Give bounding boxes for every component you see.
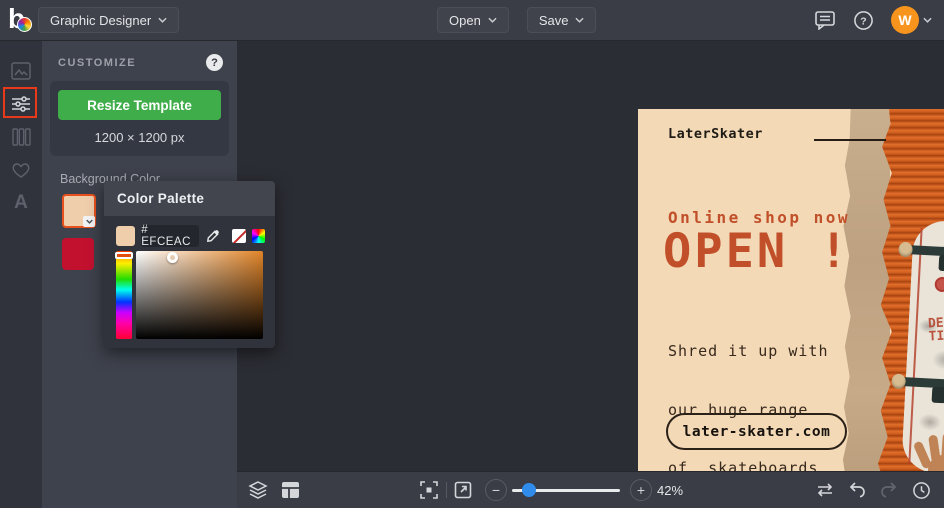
top-bar: b Graphic Designer Open Save ? W [0,0,944,40]
reset-button[interactable] [815,481,835,499]
saturation-brightness-field[interactable] [136,251,263,339]
clock-history-icon [912,481,931,500]
logo-color-disc-icon [17,17,32,32]
open-label: Open [449,13,481,28]
poster-artboard[interactable]: DE TIC LaterSkater Online shop now OPEN … [638,109,944,486]
zoom-slider-handle[interactable] [522,483,536,497]
undo-button[interactable] [848,481,867,498]
torn-paper-edge [842,109,890,486]
panel-help-icon[interactable]: ? [206,54,223,71]
open-external-icon [454,481,472,499]
chevron-down-icon [158,17,167,23]
templates-button[interactable] [281,481,300,499]
befunky-logo[interactable]: b [8,4,38,36]
color-picker-cursor[interactable] [167,252,178,263]
undo-icon [848,481,867,498]
history-button[interactable] [912,481,931,500]
poster-body-text[interactable]: Shred it up with our huge range of skate… [668,303,829,486]
app-menu-button[interactable]: Graphic Designer [38,7,179,33]
color-swatch[interactable] [62,238,94,270]
chevron-down-icon [86,219,93,224]
bottom-toolbar: − + 42% [237,472,944,508]
zoom-in-button[interactable]: + [630,479,652,501]
image-icon [11,62,31,80]
hex-color-input[interactable]: # EFCEAC [141,225,199,247]
color-swatch-selected[interactable] [62,194,96,228]
fit-to-screen-button[interactable] [420,481,438,499]
fit-screen-icon [420,481,438,499]
spectrum-icon[interactable] [252,229,265,243]
app-menu-label: Graphic Designer [50,13,151,28]
tool-rail: A [0,40,42,508]
chevron-down-icon [575,17,584,23]
swatch-dropdown-badge[interactable] [83,216,95,227]
open-button[interactable]: Open [437,7,509,33]
refresh-arrows-icon [815,481,835,499]
no-color-icon[interactable] [232,229,245,243]
color-palette-title: Color Palette [104,181,275,216]
poster-website-text: later-skater.com [683,424,831,440]
poster-brand-text[interactable]: LaterSkater [668,126,763,142]
sidebar-item-layouts[interactable] [0,120,42,153]
template-layout-icon [281,481,300,499]
feedback-chat-icon[interactable] [814,10,836,30]
panel-title: CUSTOMIZE [58,57,136,69]
layers-icon [248,481,268,499]
hue-slider[interactable] [116,251,132,339]
hue-slider-handle[interactable] [115,252,133,259]
heart-icon [11,161,31,179]
resize-card: Resize Template 1200 × 1200 px [50,81,229,156]
avatar[interactable]: W [891,6,919,34]
poster-headline[interactable]: OPEN ! [663,224,851,279]
chevron-down-icon [488,17,497,23]
customize-sliders-icon [11,95,31,113]
sticker-red [934,277,944,293]
zoom-out-button[interactable]: − [485,479,507,501]
current-color-swatch [116,226,135,246]
zoom-slider[interactable] [512,489,620,492]
poster-rule-line [814,139,886,141]
svg-text:?: ? [860,15,866,27]
design-canvas[interactable]: DE TIC LaterSkater Online shop now OPEN … [237,40,944,472]
save-button[interactable]: Save [527,7,597,33]
sidebar-item-text[interactable]: A [0,186,42,219]
chevron-down-icon [923,17,932,23]
text-icon: A [14,192,28,214]
fullscreen-button[interactable] [454,481,472,499]
color-palette-popup: Color Palette # EFCEAC [104,181,275,348]
redo-icon [879,481,898,498]
sidebar-item-favorites[interactable] [0,153,42,186]
account-menu[interactable]: W [891,6,932,34]
template-dimensions: 1200 × 1200 px [58,130,221,145]
sidebar-item-customize[interactable] [0,87,42,120]
poster-body-line: Shred it up with [668,342,829,362]
help-icon[interactable]: ? [853,10,874,31]
poster-website-pill[interactable]: later-skater.com [666,413,847,450]
layers-button[interactable] [248,481,268,499]
deck-graffiti: DE TIC [928,316,944,343]
resize-template-button[interactable]: Resize Template [58,90,221,120]
redo-button[interactable] [879,481,898,498]
divider [446,482,447,498]
layouts-icon [12,128,31,146]
skateboard-deck: DE TIC [901,219,944,474]
save-label: Save [539,13,569,28]
sidebar-item-image[interactable] [0,54,42,87]
zoom-percentage: 42% [657,483,683,498]
eyedropper-icon[interactable] [205,229,220,244]
